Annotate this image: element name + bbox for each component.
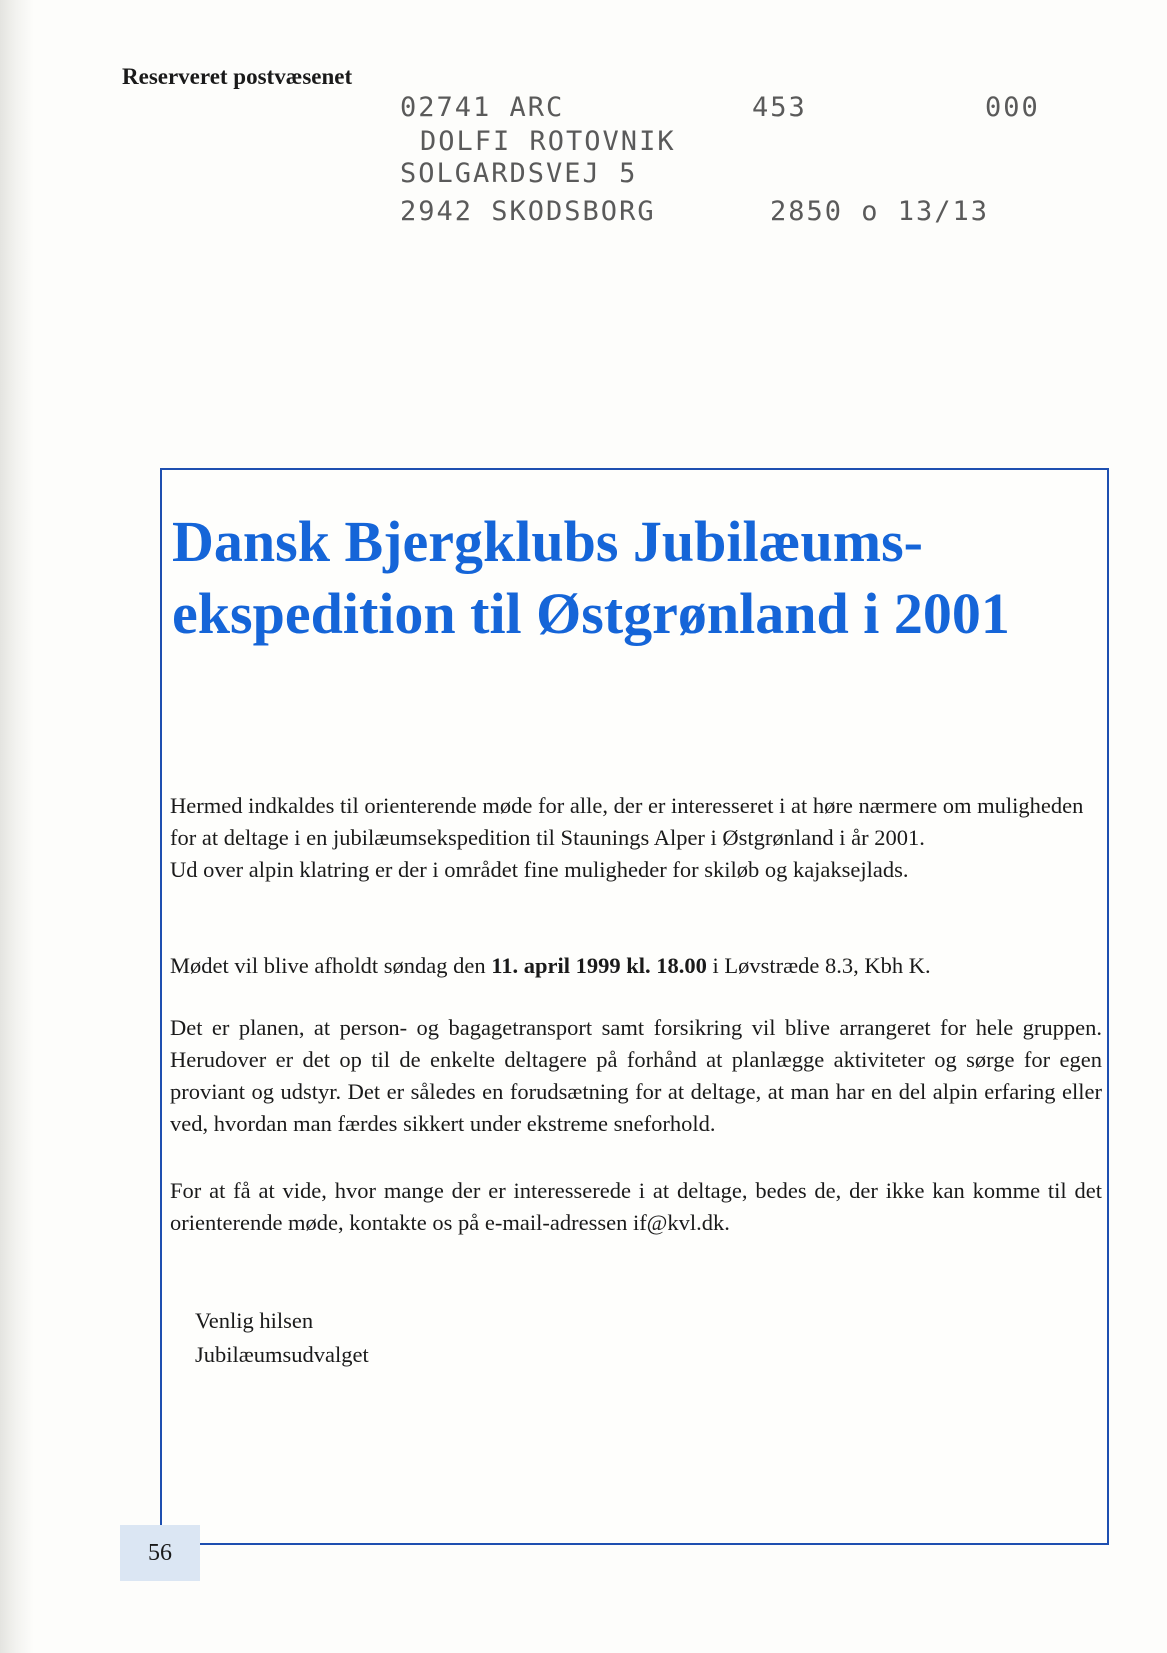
notice-title: Dansk Bjergklubs Jubilæums-ekspedition t… <box>172 509 1010 646</box>
meeting-prefix: Mødet vil blive afholdt søndag den <box>170 953 492 978</box>
address-recipient-name: DOLFI ROTOVNIK <box>420 126 676 157</box>
address-routing-code: 2850 o 13/13 <box>770 196 990 227</box>
address-street: SOLGARDSVEJ 5 <box>400 158 638 189</box>
contact-paragraph: For at få at vide, hvor mange der er int… <box>170 1178 1102 1235</box>
intro-text: Hermed indkaldes til orienterende møde f… <box>170 793 1084 850</box>
page-number: 56 <box>148 1539 172 1566</box>
meeting-location: i Løvstræde 8.3, Kbh K. <box>706 953 931 978</box>
notice-box: Dansk Bjergklubs Jubilæums-ekspedition t… <box>160 468 1109 1545</box>
address-label-number: 453 <box>752 92 807 123</box>
address-label-code: 02741 ARC <box>400 92 565 123</box>
page-edge-shadow <box>0 0 34 1653</box>
planning-paragraph: Det er planen, at person- og bagagetrans… <box>170 1015 1102 1136</box>
closing-greeting: Venlig hilsen <box>195 1308 314 1333</box>
address-city: 2942 SKODSBORG <box>400 196 656 227</box>
page-number-badge: 56 <box>120 1525 200 1581</box>
address-label-suffix: 000 <box>985 92 1040 123</box>
meeting-datetime: 11. april 1999 kl. 18.00 <box>491 953 707 978</box>
signature-committee: Jubilæumsudvalget <box>195 1342 369 1367</box>
reserved-postal-label: Reserveret postvæsenet <box>122 64 353 89</box>
activities-text: Ud over alpin klatring er der i området … <box>170 857 909 882</box>
meeting-paragraph: Mødet vil blive afholdt søndag den 11. a… <box>170 950 1102 982</box>
intro-paragraph: Hermed indkaldes til orienterende møde f… <box>170 790 1102 886</box>
